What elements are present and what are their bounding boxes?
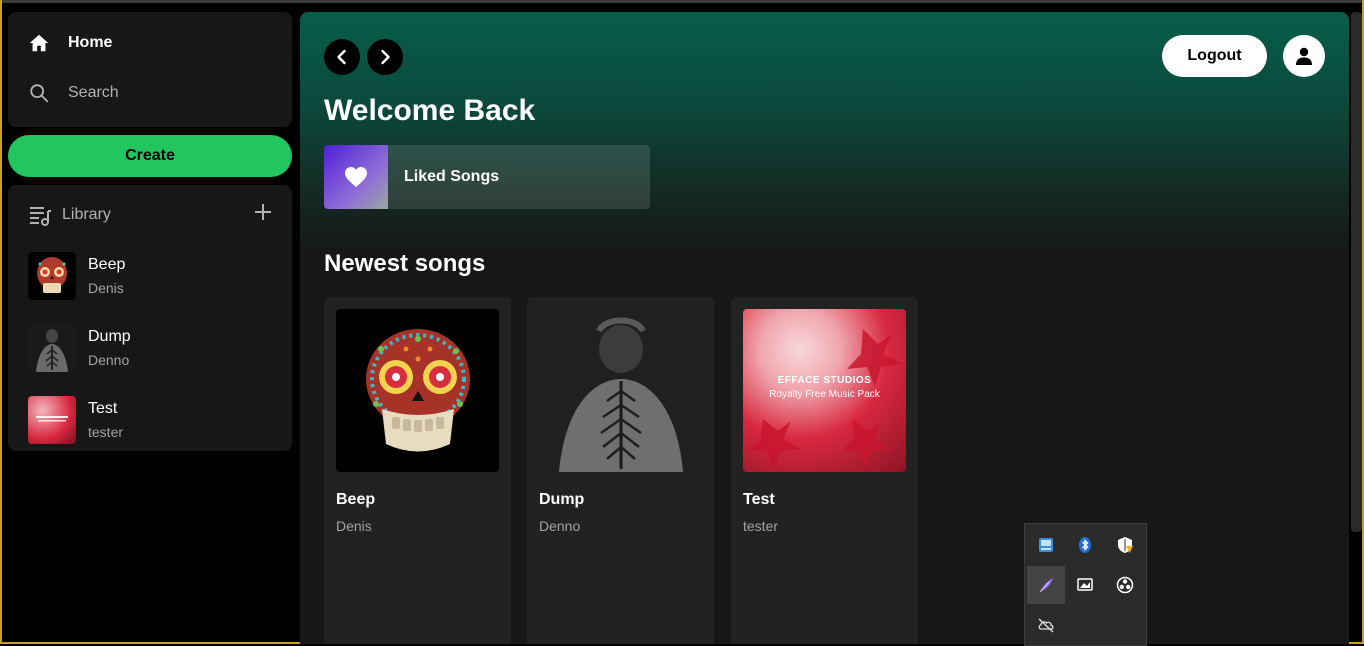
network-icon[interactable] — [1027, 526, 1065, 564]
cloud-off-icon[interactable] — [1027, 606, 1065, 644]
chevron-right-icon — [381, 49, 390, 65]
back-tattoo-artwork — [539, 309, 702, 472]
song-card-author: Denis — [336, 518, 372, 534]
search-label: Search — [68, 84, 119, 101]
back-tattoo-thumbnail — [28, 324, 76, 372]
back-button[interactable] — [324, 39, 360, 75]
sidebar-item-search[interactable]: Search — [28, 82, 119, 104]
library-header[interactable]: Library — [28, 203, 111, 227]
song-card-title: Beep — [336, 491, 376, 508]
chevron-left-icon — [337, 49, 346, 65]
main-content: Logout Welcome Back Liked Songs Newest s… — [300, 12, 1349, 644]
library-item-title: Beep — [88, 256, 126, 273]
song-card-title: Dump — [539, 491, 585, 508]
song-card-title: Test — [743, 491, 775, 508]
song-card[interactable]: Beep Denis — [324, 297, 511, 644]
library-item-title: Dump — [88, 328, 131, 345]
song-card-author: Denno — [539, 518, 581, 534]
feather-icon[interactable] — [1027, 566, 1065, 604]
library-item-author: Denno — [88, 352, 130, 368]
logout-button[interactable]: Logout — [1162, 35, 1267, 77]
library-item[interactable]: Beep Denis — [28, 251, 278, 301]
library-title: Library — [62, 206, 111, 223]
system-tray-popup — [1024, 523, 1147, 646]
obs-icon[interactable] — [1106, 566, 1144, 604]
artwork-pack-text: Royalty Free Music Pack — [769, 389, 880, 400]
create-button[interactable]: Create — [8, 135, 292, 177]
sidebar-item-home[interactable]: Home — [28, 32, 112, 54]
liked-songs-label: Liked Songs — [404, 168, 500, 185]
liked-songs-art — [324, 145, 388, 209]
security-warning-icon[interactable] — [1106, 526, 1144, 564]
skull-thumbnail — [28, 252, 76, 300]
add-song-plus-icon[interactable] — [254, 203, 272, 225]
user-icon — [1296, 47, 1312, 65]
home-icon — [29, 34, 49, 52]
library-item-author: tester — [88, 424, 124, 440]
home-label: Home — [68, 34, 113, 51]
bluetooth-icon[interactable] — [1066, 526, 1104, 564]
window-top-border — [0, 0, 1364, 3]
skull-artwork — [336, 309, 499, 472]
song-card[interactable]: Dump Denno — [527, 297, 714, 644]
song-card[interactable]: EFFACE STUDIOS Royalty Free Music Pack T… — [731, 297, 918, 644]
display-icon[interactable] — [1066, 566, 1104, 604]
user-profile-button[interactable] — [1283, 35, 1325, 77]
forward-button[interactable] — [367, 39, 403, 75]
sidebar-nav: Home Search — [8, 12, 292, 127]
library-panel: Library Beep Denis Dump Denno Test teste… — [8, 185, 292, 451]
library-item[interactable]: Test tester — [28, 395, 278, 445]
page-scrollbar[interactable] — [1351, 12, 1362, 532]
library-item-author: Denis — [88, 280, 124, 296]
artwork-studio-text: EFFACE STUDIOS — [777, 375, 872, 386]
liked-songs-tile[interactable]: Liked Songs — [324, 145, 650, 209]
library-item[interactable]: Dump Denno — [28, 323, 278, 373]
library-item-title: Test — [88, 400, 118, 417]
heart-icon — [345, 167, 367, 187]
red-leaves-thumbnail — [28, 396, 76, 444]
page-title: Welcome Back — [324, 94, 536, 127]
song-card-author: tester — [743, 518, 779, 534]
search-icon — [30, 84, 49, 103]
newest-songs-heading: Newest songs — [324, 250, 486, 277]
window-left-border — [0, 0, 2, 644]
red-leaves-artwork: EFFACE STUDIOS Royalty Free Music Pack — [743, 309, 906, 472]
library-icon — [30, 207, 51, 226]
